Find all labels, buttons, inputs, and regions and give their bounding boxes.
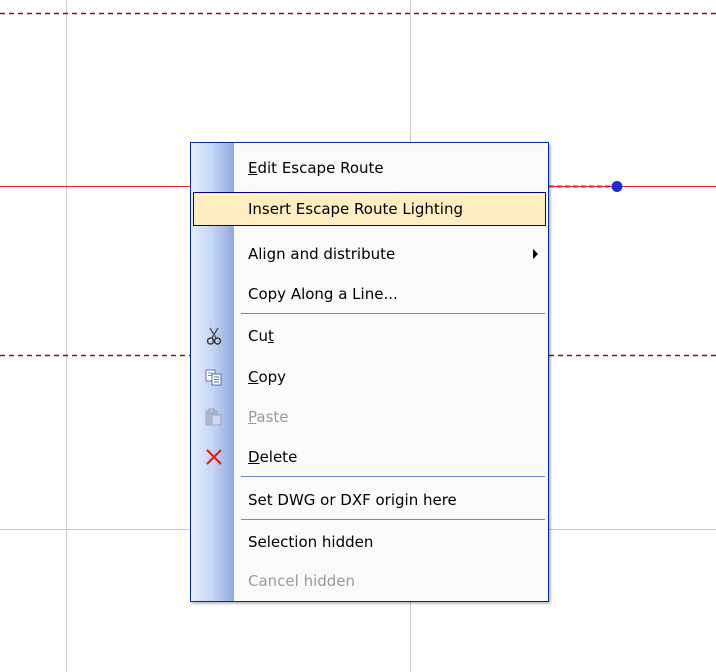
- escape-route-point: [611, 181, 623, 192]
- context-menu: Edit Escape Route Insert Escape Route Li…: [190, 142, 549, 602]
- menu-separator: [241, 476, 545, 477]
- copy-icon: [204, 367, 224, 387]
- menu-item-label: Cut: [248, 327, 274, 345]
- menu-separator: [241, 313, 545, 314]
- menu-item-label: Insert Escape Route Lighting: [248, 200, 463, 218]
- submenu-arrow-icon: [533, 249, 538, 259]
- menu-item-edit-escape-route[interactable]: Edit Escape Route: [192, 151, 547, 185]
- menu-item-label: Edit Escape Route: [248, 159, 384, 177]
- menu-item-paste[interactable]: Paste: [192, 400, 547, 434]
- menu-item-label: Copy: [248, 368, 287, 386]
- menu-item-label: Cancel hidden: [248, 572, 356, 590]
- menu-item-label: Align and distribute: [248, 245, 396, 263]
- menu-item-label: Paste: [248, 408, 289, 426]
- menu-item-label: Delete: [248, 448, 298, 466]
- menu-item-selection-hidden[interactable]: Selection hidden: [192, 525, 547, 559]
- menu-item-delete[interactable]: Delete: [192, 440, 547, 474]
- menu-item-label: Set DWG or DXF origin here: [248, 491, 457, 509]
- menu-item-cut[interactable]: Cut: [192, 319, 547, 353]
- menu-item-insert-escape-route-lighting[interactable]: Insert Escape Route Lighting: [193, 192, 546, 226]
- scissors-icon: [204, 326, 224, 346]
- menu-item-cancel-hidden[interactable]: Cancel hidden: [192, 564, 547, 598]
- menu-item-label: Copy Along a Line...: [248, 285, 398, 303]
- paste-icon: [204, 407, 224, 427]
- menu-item-label: Selection hidden: [248, 533, 374, 551]
- menu-separator: [241, 519, 545, 520]
- menu-item-set-dwg-dxf-origin[interactable]: Set DWG or DXF origin here: [192, 483, 547, 517]
- delete-x-icon: [204, 447, 224, 467]
- menu-item-align-and-distribute[interactable]: Align and distribute: [192, 237, 547, 271]
- menu-item-copy-along-a-line[interactable]: Copy Along a Line...: [192, 277, 547, 311]
- menu-item-copy[interactable]: Copy: [192, 360, 547, 394]
